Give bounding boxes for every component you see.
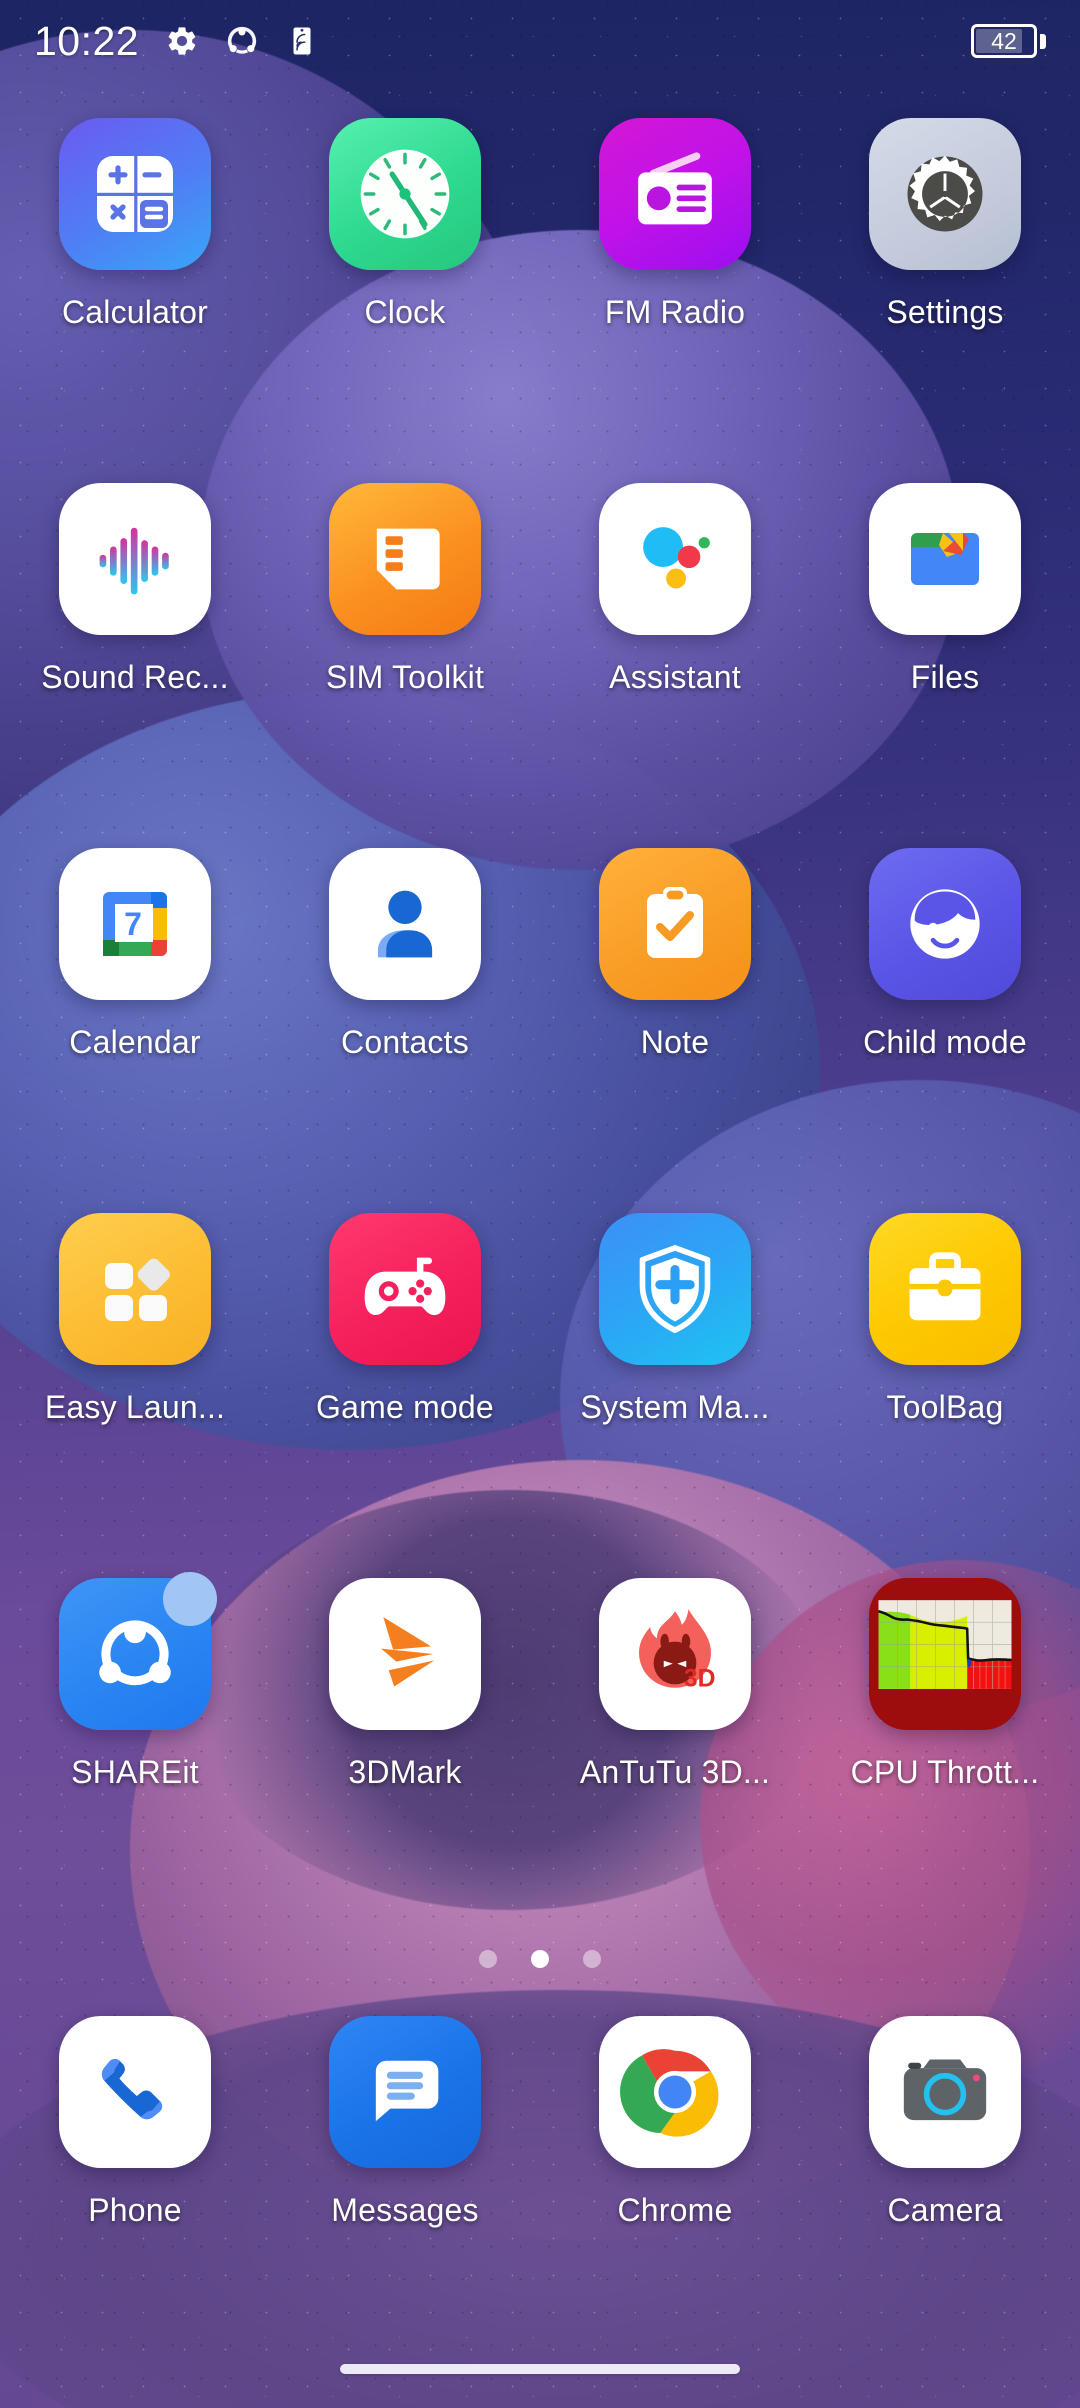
cpu-throttling-icon[interactable] [869,1578,1021,1730]
antutu-3d-badge-text: 3D [684,1666,716,1693]
notification-badge [163,1572,217,1626]
app-label: Camera [887,2192,1003,2228]
app-shareit[interactable]: SHAREit [0,1572,270,1937]
app-child-mode[interactable]: Child mode [810,842,1080,1207]
app-3dmark[interactable]: 3DMark [270,1572,540,1937]
app-fm-radio[interactable]: FM Radio [540,112,810,477]
dock: Phone Messages Chrome Camera [0,2010,1080,2229]
dock-app-camera[interactable]: Camera [810,2010,1080,2229]
system-manager-icon[interactable] [599,1213,751,1365]
toolbag-icon[interactable] [869,1213,1021,1365]
gear-icon [168,27,196,55]
clock-icon[interactable] [329,118,481,270]
app-label: SHAREit [71,1754,199,1790]
status-bar-notification-icons [165,24,319,58]
calendar-day-number: 7 [124,906,142,942]
messages-icon[interactable] [329,2016,481,2168]
app-label: Settings [886,294,1004,330]
app-label: Game mode [316,1389,494,1425]
dock-app-phone[interactable]: Phone [0,2010,270,2229]
battery-cap [1040,33,1046,49]
antutu-3d-icon[interactable]: 3D [599,1578,751,1730]
easy-launcher-icon[interactable] [59,1213,211,1365]
app-label: Files [910,659,980,695]
app-label: Chrome [617,2192,733,2228]
app-label: FM Radio [604,294,746,330]
nfc-tag-icon [293,27,311,55]
status-bar: 10:22 42 [0,0,1080,82]
3dmark-icon[interactable] [329,1578,481,1730]
app-label: System Ma... [580,1389,770,1425]
sound-recorder-icon[interactable] [59,483,211,635]
app-label: 3DMark [348,1754,462,1790]
battery-body: 42 [971,24,1037,58]
note-icon[interactable] [599,848,751,1000]
battery-level-text: 42 [991,27,1017,54]
app-calculator[interactable]: Calculator [0,112,270,477]
game-mode-icon[interactable] [329,1213,481,1365]
app-label: Easy Laun... [44,1389,226,1425]
calendar-icon[interactable]: 7 [59,848,211,1000]
app-clock[interactable]: Clock [270,112,540,477]
battery-indicator: 42 [971,24,1046,58]
camera-icon[interactable] [869,2016,1021,2168]
app-label: Messages [331,2192,479,2228]
assistant-icon[interactable] [599,483,751,635]
shareit-icon[interactable] [59,1572,217,1730]
app-label: Assistant [609,659,741,695]
page-dot-3[interactable] [583,1950,601,1968]
navigation-bar [0,2330,1080,2408]
page-dot-1[interactable] [479,1950,497,1968]
app-label: Phone [88,2192,182,2228]
status-bar-right: 42 [971,24,1046,58]
app-note[interactable]: Note [540,842,810,1207]
app-system-manager[interactable]: System Ma... [540,1207,810,1572]
cpu-throttle-graph [869,1578,1021,1730]
settings-gear-icon[interactable] [869,118,1021,270]
app-sound-recorder[interactable]: Sound Rec... [0,477,270,842]
app-sim-toolkit[interactable]: SIM Toolkit [270,477,540,842]
app-easy-launcher[interactable]: Easy Laun... [0,1207,270,1572]
app-toolbag[interactable]: ToolBag [810,1207,1080,1572]
sim-toolkit-icon[interactable] [329,483,481,635]
status-bar-clock: 10:22 [34,17,140,64]
app-assistant[interactable]: Assistant [540,477,810,842]
app-calendar[interactable]: 7 Calendar [0,842,270,1207]
contacts-icon[interactable] [329,848,481,1000]
app-files[interactable]: Files [810,477,1080,842]
app-label: Note [640,1024,710,1060]
app-antutu-3d[interactable]: 3D AnTuTu 3D... [540,1572,810,1937]
app-label: Calendar [69,1024,201,1060]
app-settings[interactable]: Settings [810,112,1080,477]
app-label: Contacts [341,1024,469,1060]
app-contacts[interactable]: Contacts [270,842,540,1207]
page-dot-2[interactable] [531,1950,549,1968]
calculator-icon[interactable] [59,118,211,270]
app-game-mode[interactable]: Game mode [270,1207,540,1572]
app-label: Child mode [863,1024,1027,1060]
app-label: Sound Rec... [41,659,229,695]
page-indicator[interactable] [0,1950,1080,1968]
app-label: CPU Thrott... [850,1754,1040,1790]
child-mode-icon[interactable] [869,848,1021,1000]
app-label: ToolBag [886,1389,1004,1425]
fm-radio-icon[interactable] [599,118,751,270]
phone-icon[interactable] [59,2016,211,2168]
app-label: Clock [364,294,446,330]
app-grid: Calculator Clock FM Radio Settings Sound… [0,112,1080,1937]
dock-app-chrome[interactable]: Chrome [540,2010,810,2229]
home-gesture-pill[interactable] [340,2364,740,2374]
shareit-icon [227,26,257,54]
chrome-icon[interactable] [599,2016,751,2168]
files-icon[interactable] [869,483,1021,635]
app-label: AnTuTu 3D... [579,1754,771,1790]
app-label: SIM Toolkit [325,659,485,695]
app-cpu-throttling[interactable]: CPU Thrott... [810,1572,1080,1937]
app-label: Calculator [61,294,209,330]
dock-app-messages[interactable]: Messages [270,2010,540,2229]
